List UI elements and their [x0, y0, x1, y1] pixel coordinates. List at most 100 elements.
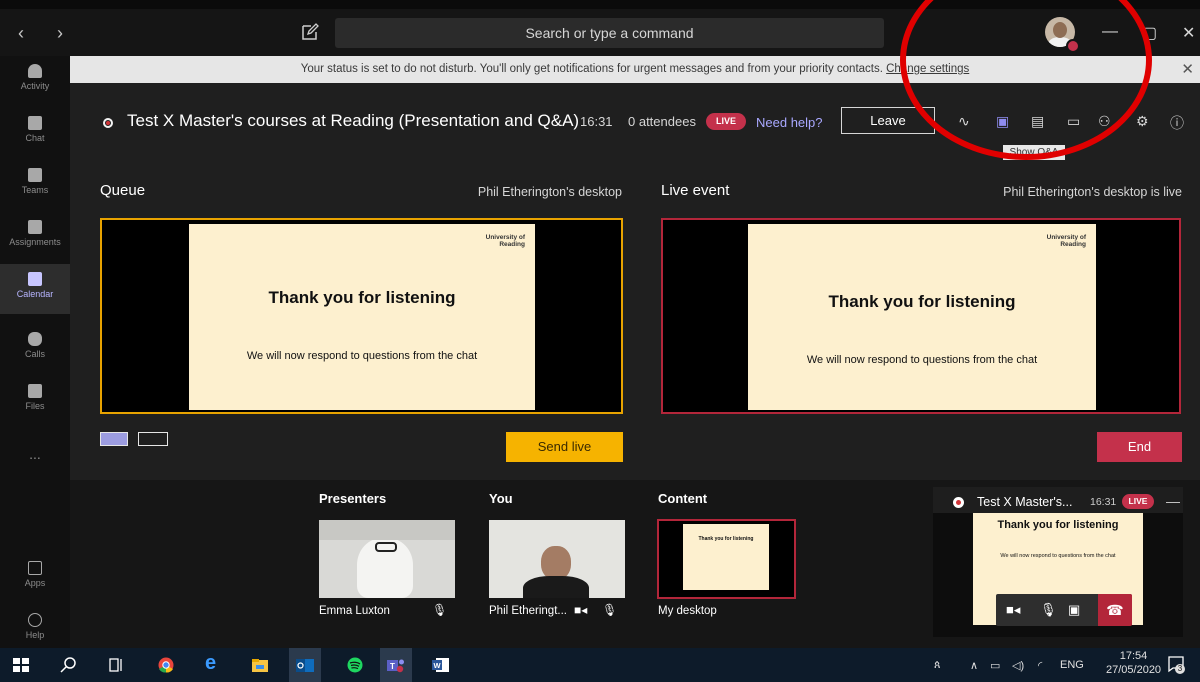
- app-rail: Activity Chat Teams Assignments Calendar…: [0, 56, 70, 648]
- teams-icon[interactable]: T: [387, 657, 405, 673]
- rail-label: Calls: [24, 349, 45, 359]
- rail-label: Assignments: [9, 237, 61, 247]
- camera-icon[interactable]: ■◂: [1006, 602, 1020, 618]
- notification-center-icon[interactable]: 3: [1167, 655, 1185, 674]
- live-event-label: Live event: [661, 182, 730, 199]
- university-logo: University of Reading: [1046, 234, 1086, 248]
- leave-button[interactable]: Leave: [841, 107, 935, 134]
- rail-item-calls[interactable]: Calls: [0, 324, 70, 374]
- meeting-title: Test X Master's courses at Reading (Pres…: [127, 111, 580, 130]
- file-icon: [28, 384, 42, 398]
- slide-title: Thank you for listening: [828, 292, 1016, 311]
- phone-icon: [28, 332, 42, 346]
- windows-taskbar: e T W ጰ ∧ ▭ ◁) ◜ ENG 17:54 27/05/2020 3: [0, 648, 1200, 682]
- mini-player[interactable]: Test X Master's... 16:31 LIVE — Thank yo…: [933, 487, 1183, 637]
- rail-item-activity[interactable]: Activity: [0, 56, 70, 106]
- mini-player-title: Test X Master's...: [977, 495, 1073, 509]
- minimize-button[interactable]: —: [1102, 23, 1118, 41]
- change-settings-link[interactable]: Change settings: [886, 63, 969, 75]
- teams-icon: [28, 168, 42, 182]
- svg-text:T: T: [390, 662, 395, 671]
- hang-up-button[interactable]: ☎: [1098, 594, 1132, 626]
- health-icon[interactable]: ∿: [958, 113, 970, 130]
- chat-icon[interactable]: ▭: [1067, 113, 1080, 130]
- wifi-icon[interactable]: ◜: [1038, 659, 1042, 672]
- slide-subtitle: We will now respond to questions from th…: [806, 354, 1038, 366]
- file-explorer-icon[interactable]: [251, 657, 269, 673]
- qna-tooltip: Show Q&A: [1003, 145, 1065, 160]
- rail-item-more[interactable]: ...: [0, 436, 70, 486]
- rail-label: Activity: [20, 81, 50, 91]
- mini-minimize-icon[interactable]: —: [1166, 493, 1180, 509]
- notification-count: 3: [1175, 664, 1185, 674]
- apps-icon: [28, 561, 42, 575]
- bell-icon: [28, 64, 42, 78]
- battery-icon[interactable]: ▭: [990, 659, 1000, 672]
- queue-label: Queue: [100, 182, 146, 199]
- people-icon[interactable]: ⚇: [1098, 113, 1111, 130]
- rail-label: Files: [25, 401, 45, 411]
- single-layout-icon[interactable]: [100, 432, 128, 446]
- end-button[interactable]: End: [1097, 432, 1182, 462]
- live-badge: LIVE: [706, 113, 746, 130]
- camera-icon[interactable]: ■◂: [574, 603, 587, 617]
- assignments-icon: [28, 220, 42, 234]
- rail-item-teams[interactable]: Teams: [0, 160, 70, 210]
- share-screen-icon[interactable]: ▣: [1068, 602, 1080, 618]
- send-live-button[interactable]: Send live: [506, 432, 623, 462]
- rail-item-assignments[interactable]: Assignments: [0, 212, 70, 262]
- nav-arrows[interactable]: ‹ ›: [18, 23, 77, 44]
- settings-icon[interactable]: ⚙: [1136, 113, 1149, 130]
- you-label: You: [489, 491, 513, 506]
- search-input[interactable]: Search or type a command: [335, 18, 884, 48]
- queue-slide: University of Reading Thank you for list…: [189, 224, 535, 410]
- rail-item-calendar[interactable]: Calendar: [0, 264, 70, 314]
- microphone-icon[interactable]: 🎙: [1040, 602, 1057, 618]
- queue-stage[interactable]: University of Reading Thank you for list…: [100, 218, 623, 414]
- microphone-icon[interactable]: 🎙: [602, 603, 617, 617]
- volume-icon[interactable]: ◁): [1012, 659, 1024, 672]
- rail-label: Chat: [25, 133, 45, 143]
- outlook-icon[interactable]: [296, 657, 314, 673]
- slide-title: Thank you for listening: [268, 288, 456, 307]
- meeting-time: 16:31: [580, 114, 613, 129]
- need-help-link[interactable]: Need help?: [756, 115, 823, 130]
- compose-icon[interactable]: [300, 22, 320, 42]
- rail-item-files[interactable]: Files: [0, 376, 70, 426]
- rail-label: Calendar: [16, 289, 54, 299]
- you-video[interactable]: [489, 520, 625, 598]
- spotify-icon[interactable]: [346, 657, 364, 673]
- clock-date: 27/05/2020: [1106, 664, 1162, 676]
- mini-slide-title: Thank you for listening: [997, 519, 1119, 531]
- windows-start-icon[interactable]: [12, 657, 30, 673]
- teams-window: ‹ › Search or type a command — ▢ ✕ Activ…: [0, 0, 1200, 682]
- people-tray-icon[interactable]: ጰ: [934, 659, 941, 672]
- language-indicator[interactable]: ENG: [1060, 659, 1084, 671]
- mini-player-time: 16:31: [1090, 496, 1117, 508]
- close-button[interactable]: ✕: [1182, 23, 1195, 43]
- calendar-icon: [28, 272, 42, 286]
- meeting-notes-icon[interactable]: ▤: [1031, 113, 1044, 130]
- live-slide: University of Reading Thank you for list…: [748, 224, 1096, 410]
- info-icon[interactable]: ⓘ: [1170, 113, 1184, 133]
- dnd-status-icon: [1066, 39, 1080, 53]
- chevron-up-icon[interactable]: ∧: [970, 659, 978, 672]
- word-icon[interactable]: W: [432, 657, 450, 673]
- qna-icon[interactable]: ▣: [996, 113, 1009, 130]
- search-icon[interactable]: [60, 657, 78, 673]
- content-thumbnail[interactable]: Thank you for listening: [657, 519, 796, 599]
- mini-live-badge: LIVE: [1122, 494, 1154, 509]
- microphone-icon[interactable]: 🎙: [432, 603, 447, 617]
- banner-close-icon[interactable]: ✕: [1181, 56, 1194, 83]
- rail-item-chat[interactable]: Chat: [0, 108, 70, 158]
- rail-item-apps[interactable]: Apps: [0, 553, 70, 603]
- chrome-icon[interactable]: [157, 657, 175, 673]
- presenter-video[interactable]: [319, 520, 455, 598]
- system-clock[interactable]: 17:54 27/05/2020: [1106, 649, 1161, 677]
- task-view-icon[interactable]: [108, 657, 126, 673]
- edge-icon[interactable]: e: [205, 652, 223, 674]
- mini-slide-subtitle: We will now respond to questions from th…: [1000, 553, 1116, 559]
- content-name: My desktop: [658, 605, 717, 617]
- maximize-button[interactable]: ▢: [1142, 23, 1157, 43]
- split-layout-icon[interactable]: [138, 432, 168, 446]
